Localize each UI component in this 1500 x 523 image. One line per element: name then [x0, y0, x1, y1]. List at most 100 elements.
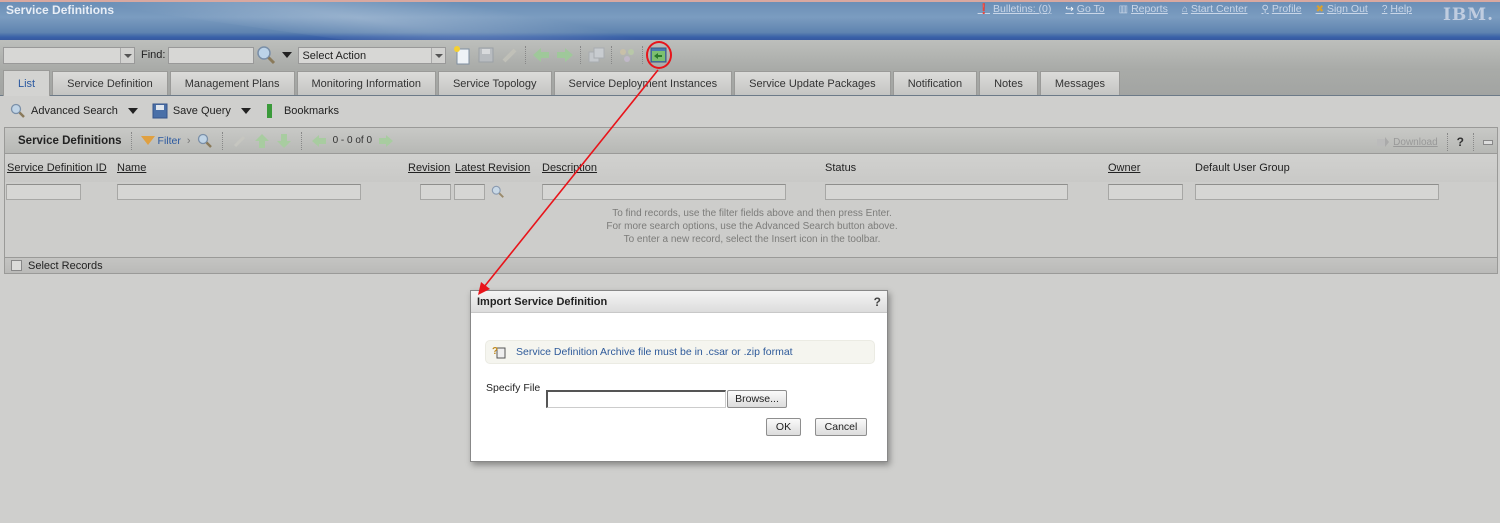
tab-service-topology[interactable]: Service Topology [437, 71, 552, 95]
separator [1473, 133, 1474, 151]
goto-link[interactable]: ↪ Go To [1065, 3, 1104, 15]
column-header-owner[interactable]: Owner [1108, 162, 1140, 174]
table-header-row: Service Definition ID Name Revision Late… [5, 154, 1497, 182]
filter-revision[interactable] [420, 184, 451, 200]
tab-service-definition[interactable]: Service Definition [52, 71, 168, 95]
svg-text:?: ? [492, 346, 498, 357]
clear-filter-icon[interactable] [232, 133, 248, 149]
ok-button[interactable]: OK [766, 418, 801, 436]
chevron-down-icon[interactable] [431, 47, 446, 63]
empty-message-line: To enter a new record, select the Insert… [623, 234, 881, 245]
select-action-dropdown[interactable]: Select Action [298, 46, 447, 64]
sign-out-icon: ✖ [1315, 3, 1324, 15]
query-bar: Advanced Search Save Query Bookmarks [0, 97, 1500, 125]
download-button[interactable]: Download [1376, 136, 1438, 148]
search-options-dropdown-icon[interactable] [282, 52, 293, 58]
dialog-title: Import Service Definition [477, 295, 608, 308]
table-title: Service Definitions [18, 134, 122, 147]
toolbar-separator [525, 46, 527, 64]
profile-link[interactable]: ⚲ Profile [1261, 3, 1301, 15]
search-icon[interactable] [256, 45, 276, 65]
next-page-icon[interactable] [378, 134, 394, 148]
column-header-service-definition-id[interactable]: Service Definition ID [7, 162, 107, 174]
previous-page-icon[interactable] [311, 134, 327, 148]
separator [300, 131, 302, 150]
lookup-icon[interactable] [491, 185, 505, 199]
toolbar-separator [580, 46, 582, 64]
next-icon[interactable] [555, 45, 575, 65]
tab-notes[interactable]: Notes [979, 71, 1038, 95]
filter-service-definition-id[interactable] [6, 184, 81, 200]
start-center-label: Start Center [1190, 3, 1248, 15]
filter-default-user-group[interactable] [1195, 184, 1439, 200]
new-record-icon[interactable] [452, 45, 472, 65]
find-input[interactable] [168, 46, 255, 64]
find-icon[interactable] [197, 133, 213, 149]
bookmark-icon [266, 104, 272, 118]
select-records-label[interactable]: Select Records [28, 260, 103, 272]
app-select[interactable] [3, 46, 135, 64]
tab-list[interactable]: List [3, 70, 51, 96]
tab-notification[interactable]: Notification [892, 71, 978, 95]
select-records-checkbox[interactable] [11, 260, 22, 271]
separator [221, 131, 223, 150]
header-links: ❗ Bulletins: (0) ↪ Go To ▥ Reports ⌂ Start C… [978, 3, 1412, 15]
bookmarks-label: Bookmarks [283, 105, 339, 117]
column-header-revision[interactable]: Revision [408, 162, 450, 174]
tab-monitoring-information[interactable]: Monitoring Information [296, 71, 436, 95]
advanced-search-dropdown-icon[interactable] [127, 108, 138, 114]
save-query-dropdown-icon[interactable] [240, 108, 251, 114]
tab-messages[interactable]: Messages [1039, 71, 1120, 95]
help-link[interactable]: ? Help [1382, 3, 1412, 15]
browse-button[interactable]: Browse... [727, 390, 787, 408]
ibm-logo: IBM. [1442, 5, 1494, 25]
select-action-label: Select Action [302, 49, 367, 62]
bulletins-link[interactable]: ❗ Bulletins: (0) [978, 3, 1052, 15]
advanced-search-button[interactable]: Advanced Search [10, 103, 118, 119]
table-help-icon[interactable]: ? [1457, 135, 1464, 149]
download-label: Download [1393, 136, 1438, 148]
arrow-up-icon[interactable] [254, 133, 270, 149]
minimize-icon[interactable] [1483, 139, 1493, 145]
column-header-name[interactable]: Name [117, 162, 146, 174]
empty-message-line: To find records, use the filter fields a… [612, 208, 892, 219]
file-path-input[interactable] [546, 390, 726, 408]
clear-icon[interactable] [500, 45, 520, 65]
reports-link[interactable]: ▥ Reports [1119, 3, 1168, 15]
start-center-link[interactable]: ⌂ Start Center [1182, 3, 1248, 15]
filter-button[interactable]: Filter [140, 134, 181, 147]
advanced-search-label: Advanced Search [31, 105, 118, 117]
table-footer: Select Records [5, 257, 1497, 273]
tab-service-deployment-instances[interactable]: Service Deployment Instances [553, 71, 733, 95]
tab-management-plans[interactable]: Management Plans [169, 71, 295, 95]
bookmarks-button[interactable]: Bookmarks [265, 103, 339, 119]
chevron-right-icon: › [186, 134, 191, 147]
filter-description[interactable] [542, 184, 786, 200]
filter-owner[interactable] [1108, 184, 1183, 200]
filter-label: Filter [157, 134, 181, 147]
save-query-label: Save Query [172, 105, 231, 117]
filter-status[interactable] [825, 184, 1068, 200]
sign-out-link[interactable]: ✖ Sign Out [1316, 3, 1368, 15]
filter-latest-revision[interactable] [454, 184, 485, 200]
column-header-latest-revision[interactable]: Latest Revision [455, 162, 530, 174]
column-header-description[interactable]: Description [542, 162, 597, 174]
chevron-down-icon[interactable] [120, 47, 134, 63]
search-icon [10, 103, 25, 118]
save-icon[interactable] [476, 45, 496, 65]
profile-icon: ⚲ [1261, 3, 1269, 15]
save-query-button[interactable]: Save Query [152, 103, 231, 119]
filter-row [5, 182, 1497, 204]
duplicate-icon[interactable] [586, 45, 606, 65]
dialog-header: Import Service Definition ? [471, 291, 887, 313]
reports-icon: ▥ [1118, 3, 1129, 15]
tab-service-update-packages[interactable]: Service Update Packages [734, 71, 891, 95]
cancel-button[interactable]: Cancel [815, 418, 867, 436]
arrow-down-icon[interactable] [276, 133, 292, 149]
workflow-icon[interactable] [617, 45, 637, 65]
dialog-help-icon[interactable]: ? [874, 295, 881, 309]
help-icon: ? [1381, 3, 1388, 15]
empty-message-line: For more search options, use the Advance… [606, 221, 898, 232]
filter-name[interactable] [117, 184, 361, 200]
previous-icon[interactable] [531, 45, 551, 65]
